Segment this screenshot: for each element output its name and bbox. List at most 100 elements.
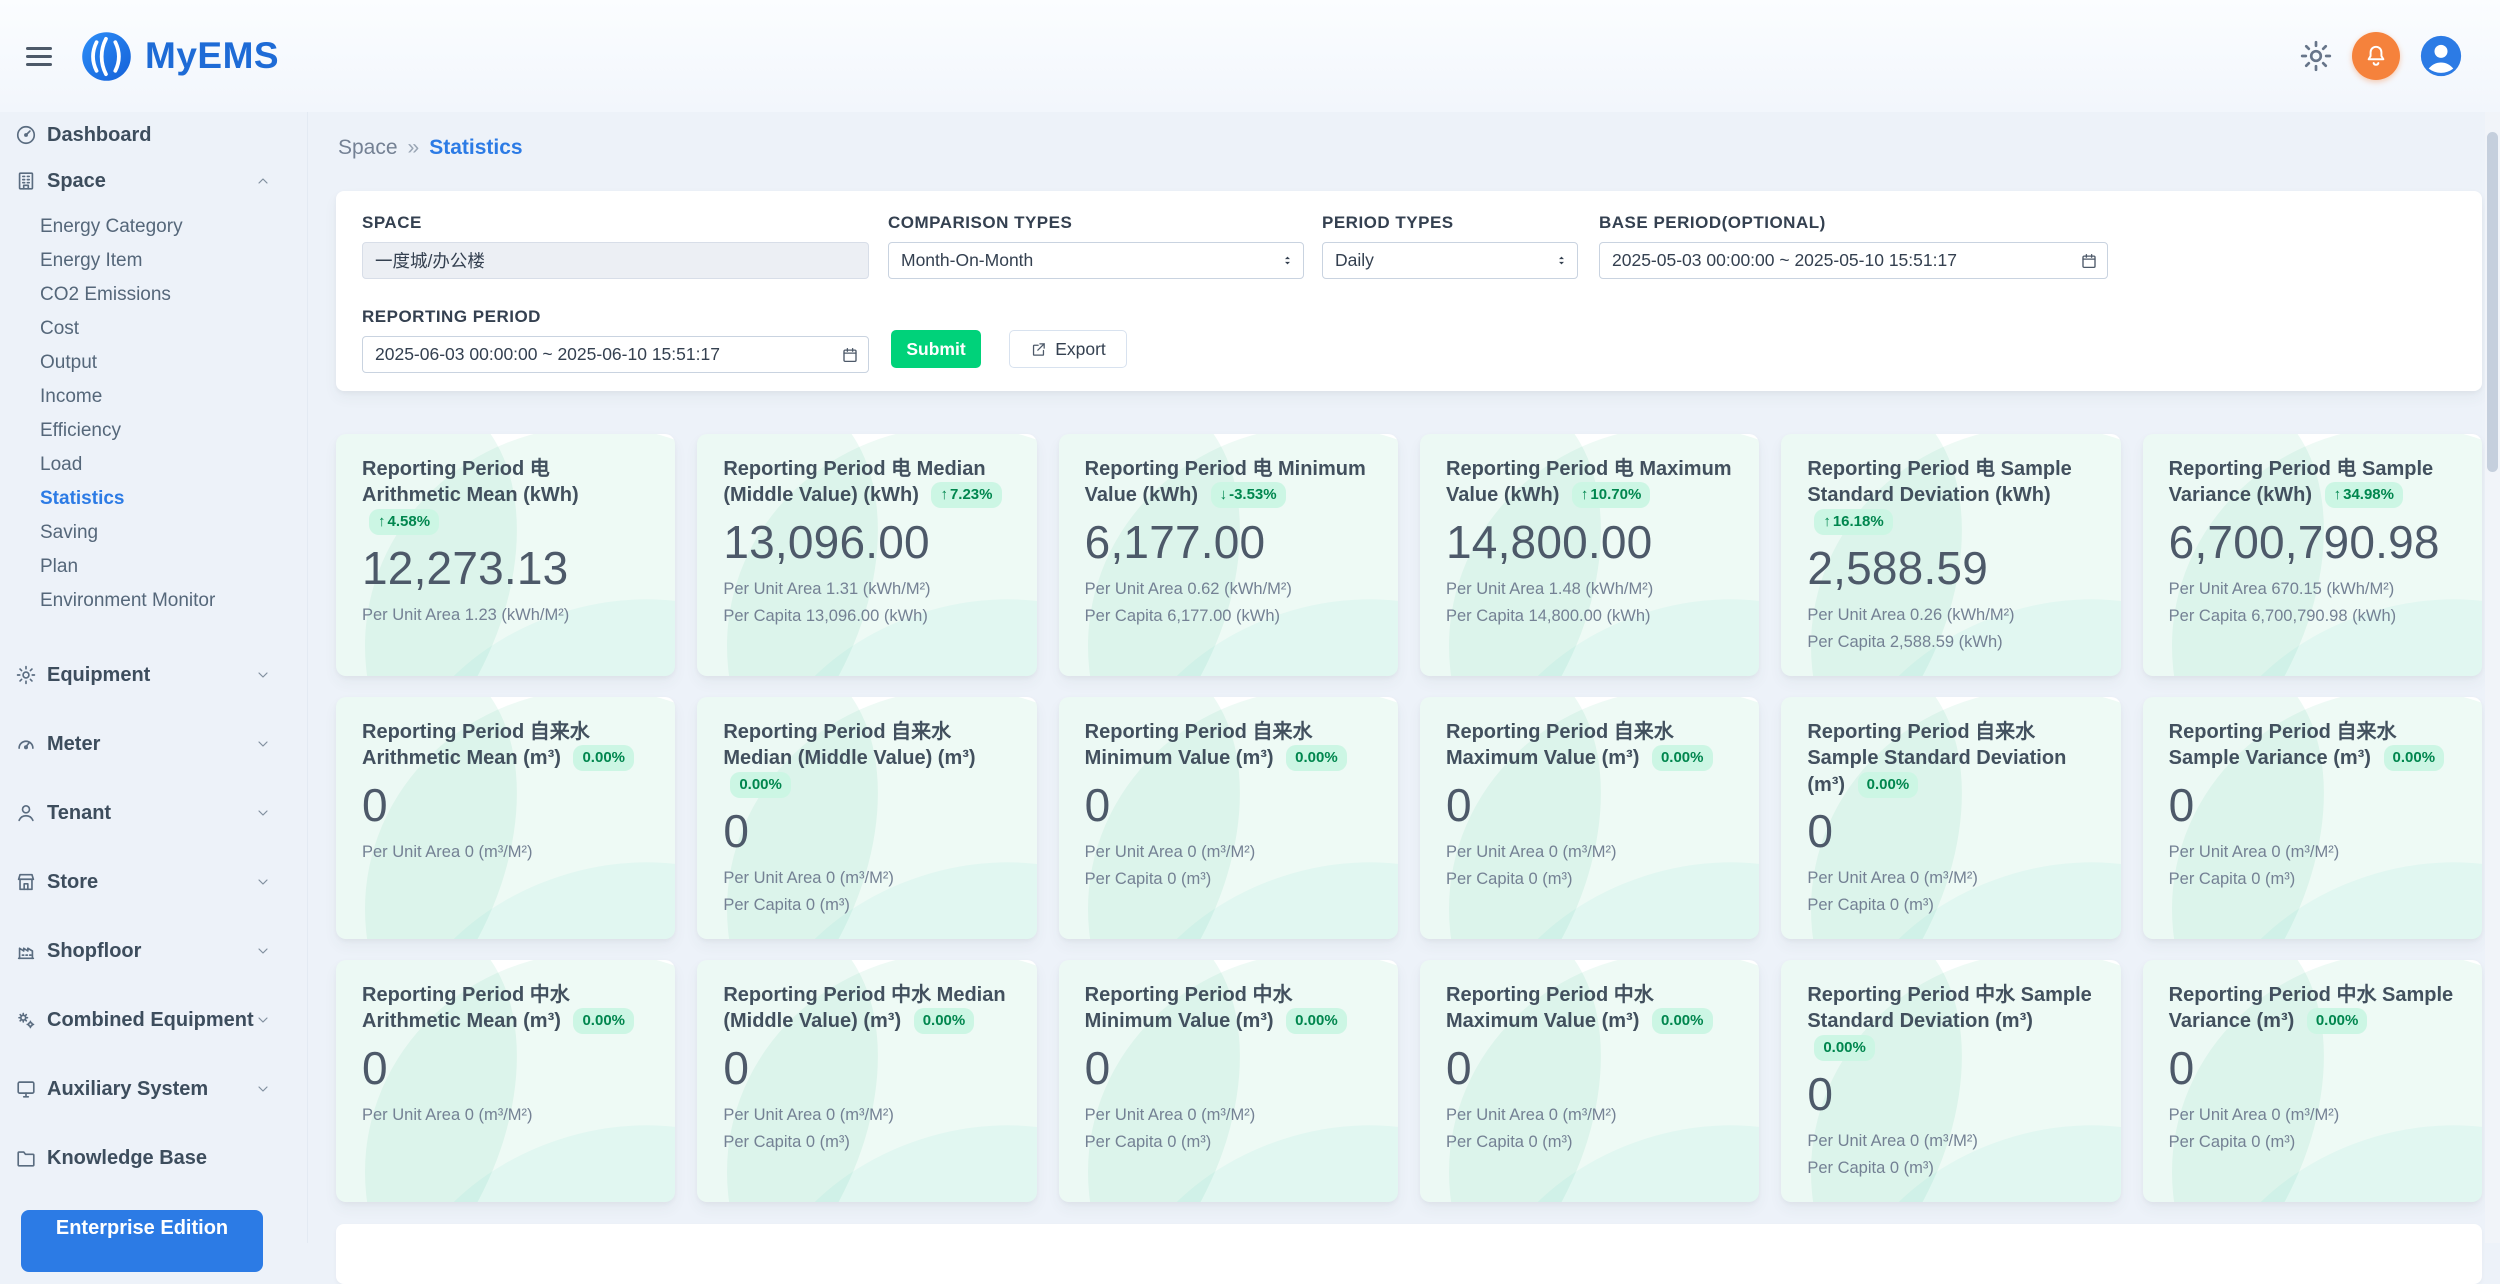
base-period-value: 2025-05-03 00:00:00 ~ 2025-05-10 15:51:1…: [1612, 250, 1957, 271]
meter-icon: [15, 733, 37, 755]
sidebar-item-label: Meter: [47, 733, 100, 756]
per-unit-line: Per Capita 0 (m³): [1446, 1129, 1733, 1156]
sidebar-item-plan[interactable]: Plan: [0, 550, 307, 584]
trend-value: 0.00%: [1295, 1012, 1338, 1029]
export-icon: [1030, 341, 1047, 358]
sidebar-item-statistics[interactable]: Statistics: [0, 482, 307, 516]
settings-gear-icon[interactable]: [2298, 38, 2334, 74]
trend-value: 0.00%: [923, 1012, 966, 1029]
comparison-types-value: Month-On-Month: [901, 250, 1033, 271]
user-avatar[interactable]: [2418, 33, 2464, 79]
breadcrumb-current[interactable]: Statistics: [429, 136, 522, 160]
stat-card: Reporting Period 中水 Minimum Value (m³) 0…: [1059, 960, 1398, 1202]
sidebar-item-saving[interactable]: Saving: [0, 516, 307, 550]
notifications-button[interactable]: [2352, 32, 2400, 80]
per-unit-line: Per Unit Area 0 (m³/M²): [2169, 839, 2456, 866]
sidebar-item-income[interactable]: Income: [0, 380, 307, 414]
trend-value: 7.23%: [950, 486, 993, 503]
period-types-select[interactable]: Daily: [1322, 242, 1578, 279]
comparison-types-select[interactable]: Month-On-Month: [888, 242, 1304, 279]
scrollbar-thumb[interactable]: [2487, 132, 2498, 472]
card-title: Reporting Period 自来水 Median (Middle Valu…: [723, 719, 1010, 798]
main-content: Space » Statistics SPACE 一度城/办公楼 COMPARI…: [336, 112, 2482, 1243]
sidebar-item-efficiency[interactable]: Efficiency: [0, 414, 307, 448]
per-unit-line: Per Unit Area 0.26 (kWh/M²): [1807, 602, 2094, 629]
sidebar-item-store[interactable]: Store: [0, 859, 307, 905]
sidebar-item-equipment[interactable]: Equipment: [0, 652, 307, 698]
trend-badge: ↑16.18%: [1814, 509, 1892, 535]
sidebar-item-energy-category[interactable]: Energy Category: [0, 210, 307, 244]
sidebar-item-label: Combined Equipment: [47, 1009, 254, 1032]
card-sublines: Per Unit Area 0 (m³/M²)Per Capita 0 (m³): [1807, 865, 2094, 919]
per-unit-line: Per Unit Area 0 (m³/M²): [723, 1102, 1010, 1129]
sidebar-item-energy-item[interactable]: Energy Item: [0, 244, 307, 278]
enterprise-edition-button[interactable]: Enterprise Edition: [21, 1210, 263, 1272]
stat-card: Reporting Period 电 Median (Middle Value)…: [697, 434, 1036, 676]
card-title: Reporting Period 电 Maximum Value (kWh) ↑…: [1446, 456, 1733, 509]
trend-arrow-icon: ↑: [378, 513, 386, 530]
card-inner: Reporting Period 中水 Median (Middle Value…: [697, 960, 1036, 1178]
chevron-down-icon: [255, 874, 271, 890]
card-value: 0: [2169, 1042, 2456, 1095]
card-inner: Reporting Period 中水 Maximum Value (m³) 0…: [1420, 960, 1759, 1178]
filter-panel: SPACE 一度城/办公楼 COMPARISON TYPES Month-On-…: [336, 191, 2482, 391]
sidebar-item-space[interactable]: Space: [0, 158, 307, 204]
stat-card: Reporting Period 自来水 Arithmetic Mean (m³…: [336, 697, 675, 939]
card-value: 0: [1085, 779, 1372, 832]
card-title-text: Reporting Period 自来水 Sample Variance (m³…: [2169, 721, 2397, 769]
submit-button[interactable]: Submit: [891, 330, 981, 368]
chevron-down-icon: [255, 1012, 271, 1028]
stat-card: Reporting Period 电 Sample Variance (kWh)…: [2143, 434, 2482, 676]
card-inner: Reporting Period 自来水 Sample Variance (m³…: [2143, 697, 2482, 915]
sidebar-item-co2-emissions[interactable]: CO2 Emissions: [0, 278, 307, 312]
sidebar-item-load[interactable]: Load: [0, 448, 307, 482]
sidebar-item-meter[interactable]: Meter: [0, 721, 307, 767]
sidebar-item-cost[interactable]: Cost: [0, 312, 307, 346]
brand-name: MyEMS: [145, 35, 279, 77]
brand-logo[interactable]: MyEMS: [80, 30, 279, 83]
per-unit-line: Per Capita 6,177.00 (kWh): [1085, 603, 1372, 630]
sidebar-item-output[interactable]: Output: [0, 346, 307, 380]
reporting-period-input[interactable]: 2025-06-03 00:00:00 ~ 2025-06-10 15:51:1…: [362, 336, 869, 373]
sidebar-item-environment-monitor[interactable]: Environment Monitor: [0, 584, 307, 618]
comparison-types-label: COMPARISON TYPES: [888, 213, 1304, 233]
period-types-label: PERIOD TYPES: [1322, 213, 1578, 233]
export-button[interactable]: Export: [1009, 330, 1127, 368]
trend-badge: ↑34.98%: [2325, 482, 2403, 508]
per-unit-line: Per Unit Area 0 (m³/M²): [362, 1102, 649, 1129]
card-value: 6,700,790.98: [2169, 516, 2456, 569]
gauge-icon: [15, 124, 37, 146]
card-sublines: Per Unit Area 1.48 (kWh/M²)Per Capita 14…: [1446, 576, 1733, 630]
menu-toggle-icon[interactable]: [26, 47, 52, 66]
trend-value: 0.00%: [2393, 749, 2436, 766]
sidebar-item-dashboard[interactable]: Dashboard: [0, 112, 307, 158]
user-circle-icon: [2418, 33, 2464, 79]
card-value: 0: [362, 1042, 649, 1095]
card-sublines: Per Unit Area 0 (m³/M²)Per Capita 0 (m³): [2169, 839, 2456, 893]
space-input[interactable]: 一度城/办公楼: [362, 242, 869, 279]
card-inner: Reporting Period 自来水 Median (Middle Valu…: [697, 697, 1036, 939]
base-period-input[interactable]: 2025-05-03 00:00:00 ~ 2025-05-10 15:51:1…: [1599, 242, 2108, 279]
card-inner: Reporting Period 电 Minimum Value (kWh) ↓…: [1059, 434, 1398, 652]
card-value: 0: [1446, 1042, 1733, 1095]
sidebar-item-tenant[interactable]: Tenant: [0, 790, 307, 836]
per-unit-line: Per Capita 0 (m³): [723, 1129, 1010, 1156]
card-title: Reporting Period 中水 Minimum Value (m³) 0…: [1085, 982, 1372, 1035]
trend-value: 0.00%: [1295, 749, 1338, 766]
trend-arrow-icon: ↑: [940, 486, 948, 503]
chevron-down-icon: [255, 805, 271, 821]
per-unit-line: Per Unit Area 0 (m³/M²): [1085, 1102, 1372, 1129]
trend-badge: 0.00%: [1652, 1008, 1713, 1034]
sidebar-item-label: Space: [47, 170, 106, 193]
sidebar-item-combined-equipment[interactable]: Combined Equipment: [0, 997, 307, 1043]
card-title-text: Reporting Period 电 Arithmetic Mean (kWh): [362, 458, 579, 506]
per-unit-line: Per Capita 0 (m³): [723, 892, 1010, 919]
sidebar-item-knowledge-base[interactable]: Knowledge Base: [0, 1135, 307, 1181]
sidebar-item-auxiliary-system[interactable]: Auxiliary System: [0, 1066, 307, 1112]
sidebar-item-shopfloor[interactable]: Shopfloor: [0, 928, 307, 974]
card-title: Reporting Period 中水 Sample Standard Devi…: [1807, 982, 2094, 1061]
trend-value: -3.53%: [1229, 486, 1277, 503]
breadcrumb-space-link[interactable]: Space: [338, 136, 398, 160]
card-title: Reporting Period 自来水 Arithmetic Mean (m³…: [362, 719, 649, 772]
card-value: 0: [1446, 779, 1733, 832]
